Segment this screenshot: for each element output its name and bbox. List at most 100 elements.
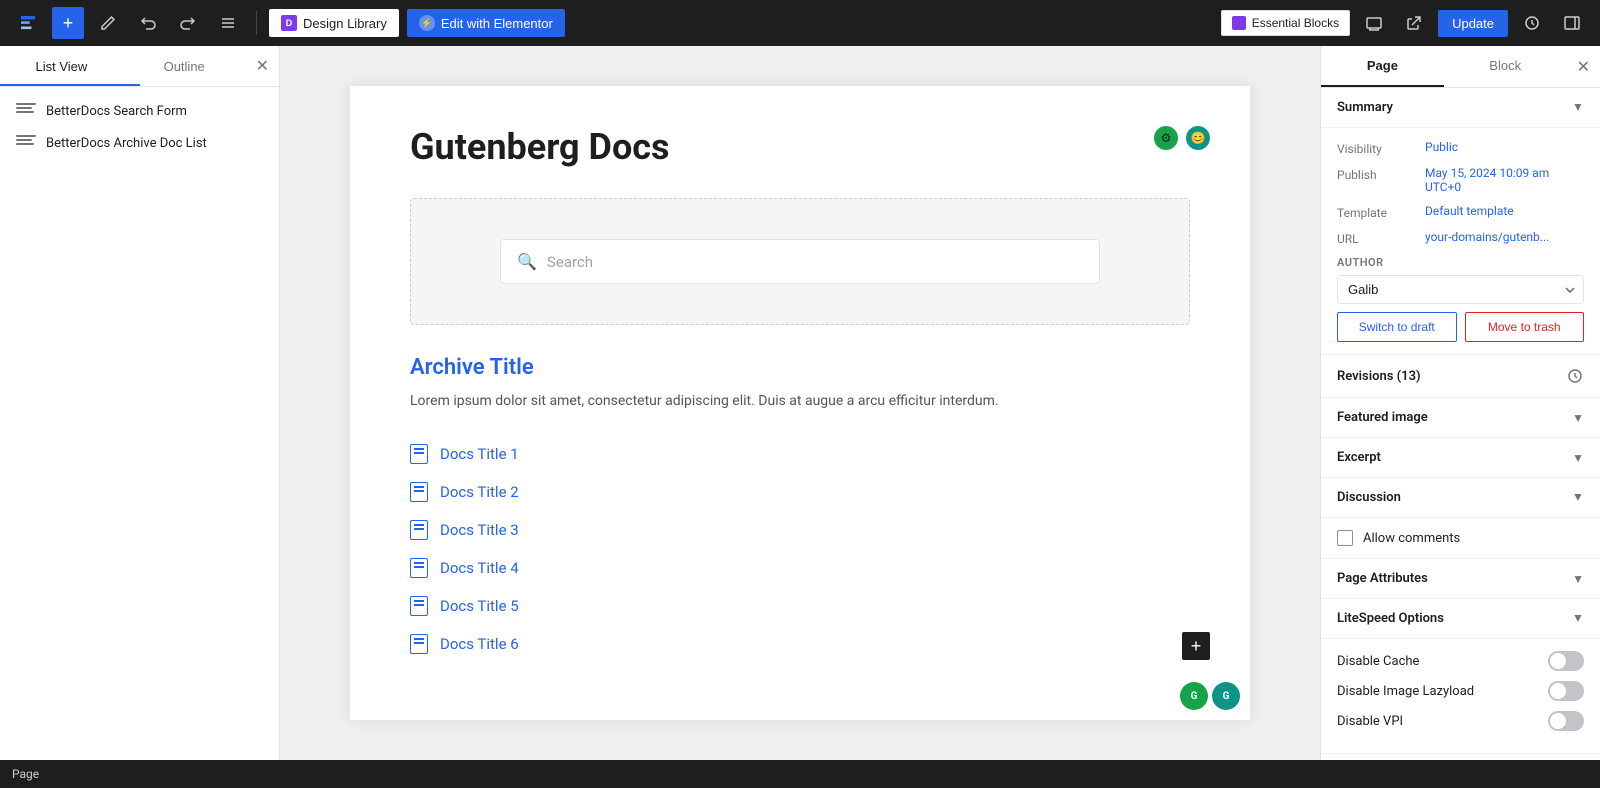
- doc-icon: [410, 558, 428, 578]
- revisions-label: Revisions (13): [1337, 369, 1421, 384]
- revisions-clock-icon: [1566, 367, 1584, 385]
- author-select[interactable]: Galib: [1337, 275, 1584, 304]
- doc-icon: [410, 520, 428, 540]
- sidebar-item-search-form[interactable]: BetterDocs Search Form: [0, 95, 279, 127]
- revisions-section-header[interactable]: Revisions (13): [1321, 355, 1600, 398]
- edit-icon-button[interactable]: [92, 7, 124, 39]
- disable-image-lazyload-toggle[interactable]: [1548, 681, 1584, 701]
- featured-image-chevron-icon: ▼: [1572, 411, 1584, 425]
- design-library-icon: D: [281, 15, 297, 31]
- left-sidebar: List View Outline ✕ BetterDocs Search Fo…: [0, 46, 280, 760]
- page-title-icons: ⚙ 😊: [1154, 126, 1210, 150]
- document-list-icon: [16, 103, 36, 119]
- update-button[interactable]: Update: [1438, 10, 1508, 37]
- summary-title: Summary: [1337, 100, 1393, 115]
- discussion-chevron-icon: ▲: [1572, 491, 1584, 505]
- disable-cache-toggle[interactable]: [1548, 651, 1584, 671]
- menu-button[interactable]: [212, 7, 244, 39]
- right-sidebar: Page Block ✕ Summary ▲ Visibility Public…: [1320, 46, 1600, 760]
- page-icon-teal[interactable]: 😊: [1186, 126, 1210, 150]
- tab-block[interactable]: Block: [1444, 46, 1567, 87]
- preview-button[interactable]: [1358, 7, 1390, 39]
- discussion-body: Allow comments: [1321, 518, 1600, 559]
- right-sidebar-close[interactable]: ✕: [1567, 47, 1600, 87]
- sidebar-item-archive-doc[interactable]: BetterDocs Archive Doc List: [0, 127, 279, 159]
- doc-item[interactable]: Docs Title 1: [410, 436, 1190, 472]
- add-block-button[interactable]: +: [52, 7, 84, 39]
- search-placeholder: Search: [547, 253, 593, 271]
- template-label: Template: [1337, 204, 1417, 220]
- allow-comments-checkbox[interactable]: [1337, 530, 1353, 546]
- page-attributes-section-header[interactable]: Page Attributes ▼: [1321, 559, 1600, 599]
- add-block-canvas-button[interactable]: +: [1182, 632, 1210, 660]
- divider: [256, 11, 257, 35]
- doc-item[interactable]: Docs Title 5: [410, 588, 1190, 624]
- doc-icon: [410, 444, 428, 464]
- summary-chevron-icon: ▲: [1572, 101, 1584, 115]
- sidebar-toggle-button[interactable]: [1556, 7, 1588, 39]
- doc-item[interactable]: Docs Title 4: [410, 550, 1190, 586]
- template-value[interactable]: Default template: [1425, 204, 1514, 218]
- doc-icon: [410, 634, 428, 654]
- discussion-section-header[interactable]: Discussion ▲: [1321, 478, 1600, 518]
- avatar-1[interactable]: G: [1180, 682, 1208, 710]
- publish-label: Publish: [1337, 166, 1417, 182]
- doc-item[interactable]: Docs Title 6: [410, 626, 1190, 662]
- bottom-avatars: G G: [1180, 682, 1240, 710]
- bottom-bar: Page: [0, 760, 1600, 788]
- excerpt-section-header[interactable]: Excerpt ▼: [1321, 438, 1600, 478]
- author-label: AUTHOR: [1337, 256, 1584, 269]
- avatar-2[interactable]: G: [1212, 682, 1240, 710]
- doc-item[interactable]: Docs Title 3: [410, 512, 1190, 548]
- discussion-title: Discussion: [1337, 490, 1401, 505]
- visibility-row: Visibility Public: [1337, 140, 1584, 156]
- featured-image-section-header[interactable]: Featured image ▼: [1321, 398, 1600, 438]
- undo-button[interactable]: [132, 7, 164, 39]
- topbar: + D Design Library ⚡ Edit with Elementor: [0, 0, 1600, 46]
- search-block[interactable]: 🔍 Search: [410, 198, 1190, 325]
- app-logo[interactable]: [12, 7, 44, 39]
- doc-item[interactable]: Docs Title 2: [410, 474, 1190, 510]
- allow-comments-label: Allow comments: [1363, 531, 1460, 546]
- disable-vpi-toggle[interactable]: [1548, 711, 1584, 731]
- archive-desc: Lorem ipsum dolor sit amet, consectetur …: [410, 390, 1190, 412]
- page-title: Gutenberg Docs: [410, 126, 1190, 168]
- switch-draft-button[interactable]: Switch to draft: [1337, 312, 1457, 342]
- search-box: 🔍 Search: [500, 239, 1100, 284]
- essential-blocks-button[interactable]: Essential Blocks: [1221, 10, 1350, 36]
- tab-list-view[interactable]: List View: [0, 46, 123, 86]
- summary-section-header[interactable]: Summary ▲: [1321, 88, 1600, 128]
- disable-image-lazyload-row: Disable Image Lazyload: [1337, 681, 1584, 701]
- litespeed-body: Disable Cache Disable Image Lazyload Dis…: [1321, 639, 1600, 754]
- litespeed-section-header[interactable]: LiteSpeed Options ▲: [1321, 599, 1600, 639]
- list-icon: [16, 135, 36, 151]
- visibility-value[interactable]: Public: [1425, 140, 1458, 154]
- redo-button[interactable]: [172, 7, 204, 39]
- publish-value[interactable]: May 15, 2024 10:09 am UTC+0: [1425, 166, 1584, 194]
- disable-vpi-row: Disable VPI: [1337, 711, 1584, 731]
- disable-image-lazyload-label: Disable Image Lazyload: [1337, 684, 1474, 699]
- publish-row: Publish May 15, 2024 10:09 am UTC+0: [1337, 166, 1584, 194]
- tab-page[interactable]: Page: [1321, 46, 1444, 87]
- move-trash-button[interactable]: Move to trash: [1465, 312, 1585, 342]
- page-attributes-chevron-icon: ▼: [1572, 572, 1584, 586]
- disable-vpi-knob: [1550, 713, 1566, 729]
- author-row: AUTHOR Galib: [1337, 256, 1584, 304]
- disable-cache-knob: [1550, 653, 1566, 669]
- allow-comments-row: Allow comments: [1337, 530, 1584, 546]
- external-link-button[interactable]: [1398, 7, 1430, 39]
- sidebar-items: BetterDocs Search Form BetterDocs Archiv…: [0, 87, 279, 167]
- plugins-button[interactable]: [1516, 7, 1548, 39]
- doc-title: Docs Title 2: [440, 483, 519, 501]
- search-icon: 🔍: [517, 252, 537, 271]
- elementor-button[interactable]: ⚡ Edit with Elementor: [407, 9, 565, 37]
- design-library-button[interactable]: D Design Library: [269, 9, 399, 37]
- page-icon-green[interactable]: ⚙: [1154, 126, 1178, 150]
- sidebar-item-archive-label: BetterDocs Archive Doc List: [46, 136, 207, 151]
- canvas: Gutenberg Docs ⚙ 😊 🔍 Search Archive Titl…: [280, 46, 1320, 760]
- tab-outline[interactable]: Outline: [123, 46, 246, 86]
- url-row: URL your-domains/gutenb...: [1337, 230, 1584, 246]
- featured-image-label: Featured image: [1337, 410, 1428, 425]
- url-value[interactable]: your-domains/gutenb...: [1425, 230, 1549, 244]
- sidebar-close-button[interactable]: ✕: [246, 46, 279, 86]
